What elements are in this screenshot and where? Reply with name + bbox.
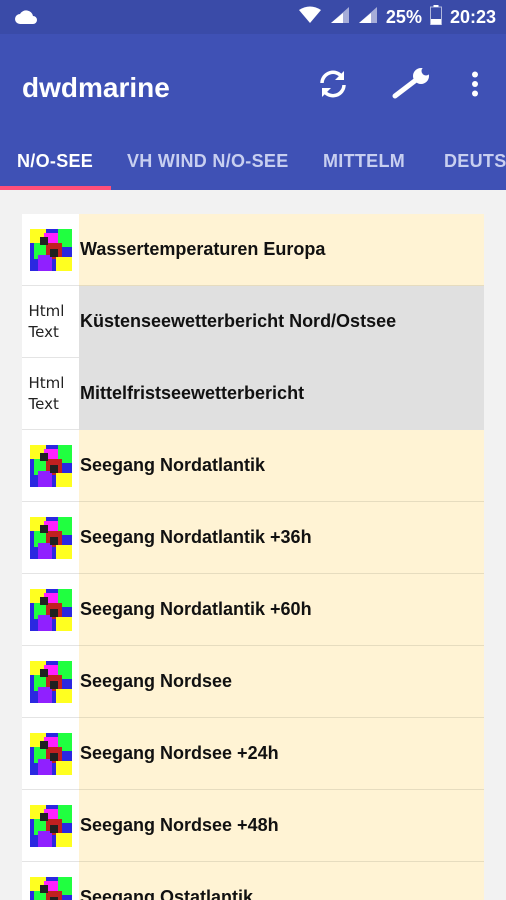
app-bar: dwdmarine N/O-SEE VH WIND N/O-SEE MITTEL… xyxy=(0,34,506,190)
refresh-icon xyxy=(315,66,351,107)
thumbnail xyxy=(22,574,79,646)
list-item[interactable]: Seegang Nordatlantik xyxy=(22,430,484,502)
tab-n-o-see[interactable]: N/O-SEE xyxy=(17,132,93,190)
list-item-title: Seegang Nordsee xyxy=(79,646,484,718)
thumbnail xyxy=(22,646,79,718)
list-item[interactable]: Seegang Ostatlantik xyxy=(22,862,484,900)
tab-deutsc[interactable]: DEUTSC xyxy=(444,132,506,190)
map-thumbnail-icon xyxy=(29,804,72,847)
list-item-title: Seegang Nordsee +24h xyxy=(79,718,484,790)
html-text-label: Html Text xyxy=(28,373,65,413)
html-text-label: Html Text xyxy=(28,301,65,341)
list-item-title: Seegang Nordsee +48h xyxy=(79,790,484,862)
map-thumbnail-icon xyxy=(29,228,72,271)
clock: 20:23 xyxy=(449,6,496,27)
map-thumbnail-icon xyxy=(29,588,72,631)
refresh-button[interactable] xyxy=(310,66,356,106)
tab-bar: N/O-SEE VH WIND N/O-SEE MITTELM DEUTSC xyxy=(0,132,506,190)
map-thumbnail-icon xyxy=(29,660,72,703)
thumbnail xyxy=(22,790,79,862)
list-item-title: Seegang Ostatlantik xyxy=(79,862,484,900)
list-item-title: Küstenseewetterbericht Nord/Ostsee xyxy=(79,286,484,358)
battery-icon xyxy=(429,4,442,30)
more-options-button[interactable] xyxy=(462,66,488,106)
list-item[interactable]: Wassertemperaturen Europa xyxy=(22,214,484,286)
list-item[interactable]: Seegang Nordsee +48h xyxy=(22,790,484,862)
list-item[interactable]: Seegang Nordatlantik +60h xyxy=(22,574,484,646)
map-thumbnail-icon xyxy=(29,444,72,487)
thumbnail xyxy=(22,862,79,900)
tab-mittelm[interactable]: MITTELM xyxy=(323,132,405,190)
signal-icon xyxy=(330,6,350,29)
tab-indicator xyxy=(0,186,111,190)
wrench-icon xyxy=(390,66,432,107)
settings-button[interactable] xyxy=(386,66,436,106)
list-item-title: Seegang Nordatlantik xyxy=(79,430,484,502)
thumbnail xyxy=(22,718,79,790)
list-item-title: Wassertemperaturen Europa xyxy=(79,214,484,286)
list-item[interactable]: Html Text Küstenseewetterbericht Nord/Ost… xyxy=(22,286,484,358)
thumbnail xyxy=(22,214,79,286)
map-thumbnail-icon xyxy=(29,732,72,775)
html-text-icon: Html Text xyxy=(22,358,79,430)
list-item[interactable]: Seegang Nordsee xyxy=(22,646,484,718)
cloud-icon xyxy=(14,9,38,30)
more-vert-icon xyxy=(471,71,479,102)
list-item-title: Mittelfristseewetterbericht xyxy=(79,358,484,430)
thumbnail xyxy=(22,430,79,502)
wifi-icon xyxy=(298,6,322,29)
tab-vh-wind-n-o-see[interactable]: VH WIND N/O-SEE xyxy=(127,132,289,190)
map-thumbnail-icon xyxy=(29,516,72,559)
html-text-icon: Html Text xyxy=(22,286,79,358)
map-thumbnail-icon xyxy=(29,876,72,900)
app-title: dwdmarine xyxy=(22,72,170,103)
list-item-title: Seegang Nordatlantik +36h xyxy=(79,502,484,574)
list-item[interactable]: Seegang Nordatlantik +36h xyxy=(22,502,484,574)
status-bar: 25% 20:23 xyxy=(0,0,506,34)
list-item[interactable]: Seegang Nordsee +24h xyxy=(22,718,484,790)
report-list: Wassertemperaturen Europa Html Text Küste… xyxy=(22,214,484,900)
signal-icon-2 xyxy=(358,6,378,29)
list-item-title: Seegang Nordatlantik +60h xyxy=(79,574,484,646)
thumbnail xyxy=(22,502,79,574)
list-item[interactable]: Html Text Mittelfristseewetterbericht xyxy=(22,358,484,430)
battery-percent: 25% xyxy=(385,6,422,27)
